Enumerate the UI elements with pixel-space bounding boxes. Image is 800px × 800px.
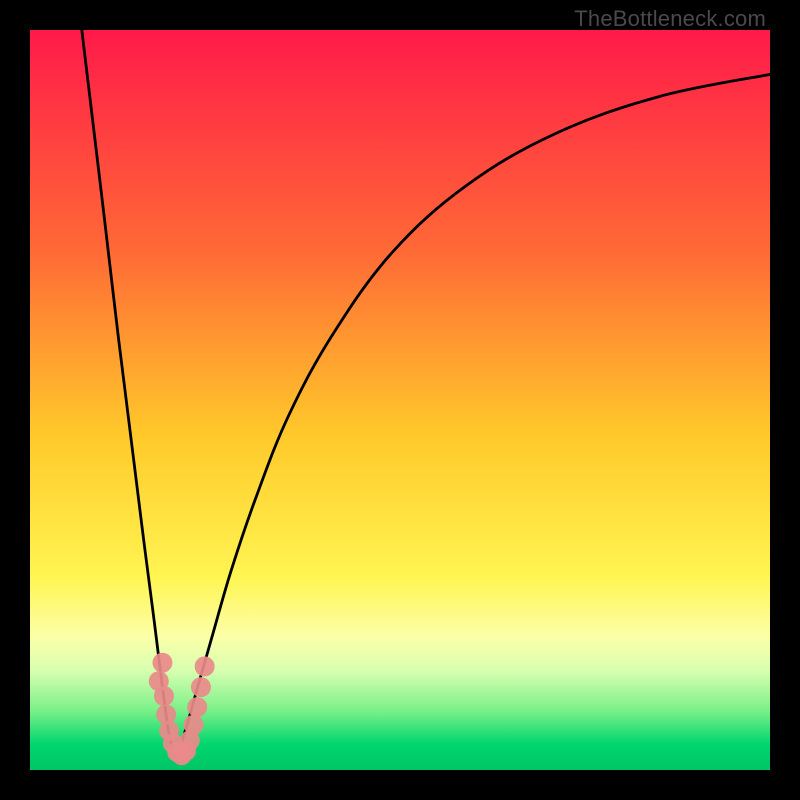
curves-layer — [30, 30, 770, 770]
right-curve — [175, 74, 770, 759]
marker-cluster — [149, 653, 215, 766]
chart-frame: TheBottleneck.com — [0, 0, 800, 800]
marker-dot — [195, 656, 215, 676]
plot-area — [30, 30, 770, 770]
marker-dot — [154, 686, 174, 706]
marker-dot — [187, 697, 207, 717]
watermark-text: TheBottleneck.com — [574, 6, 766, 32]
marker-dot — [184, 715, 204, 735]
marker-dot — [191, 677, 211, 697]
marker-dot — [152, 653, 172, 673]
left-curve — [82, 30, 175, 759]
